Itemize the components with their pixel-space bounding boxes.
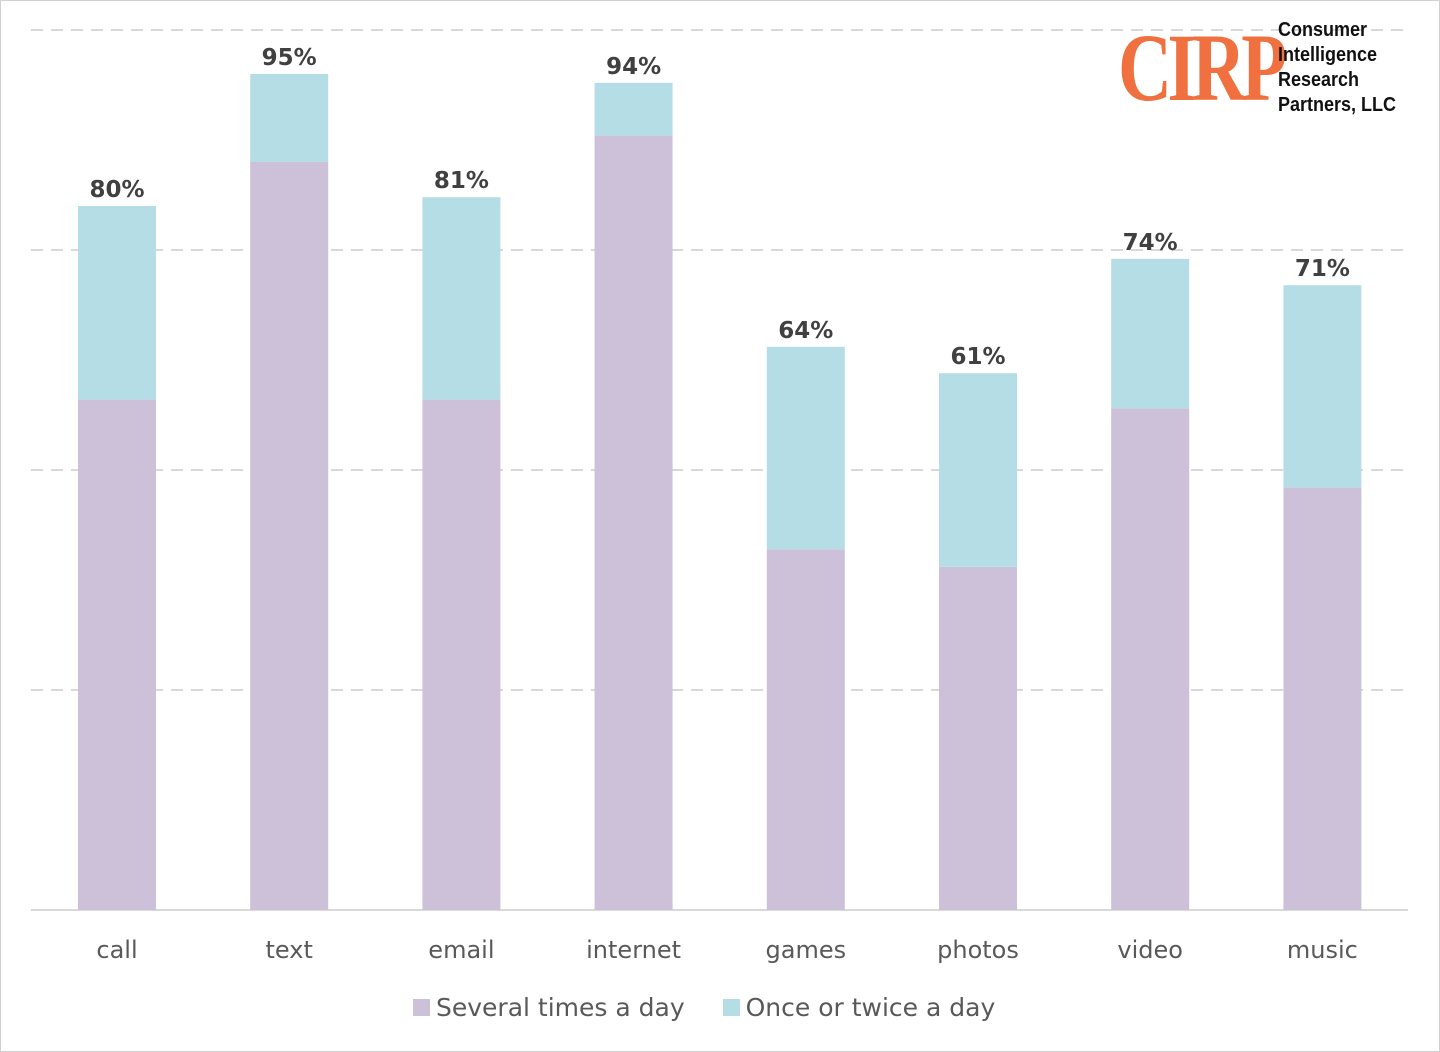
bar-segment-music-once (1283, 285, 1362, 488)
legend-swatch (413, 999, 430, 1016)
x-tick-label-photos: photos (937, 936, 1019, 964)
bar-segment-video-once (1111, 258, 1190, 409)
logo-line: Research (1278, 69, 1360, 91)
x-tick-label-music: music (1287, 936, 1358, 964)
data-label-photos: 61% (950, 344, 1005, 370)
logo-line: Intelligence (1278, 44, 1378, 66)
x-tick-label-email: email (428, 936, 494, 964)
bar-segment-email-once (422, 197, 501, 400)
logo-mark: CIRP (1118, 14, 1287, 121)
x-tick-label-games: games (766, 936, 847, 964)
x-tick-label-internet: internet (586, 936, 681, 964)
bar-segment-music-several (1283, 487, 1362, 910)
data-label-email: 81% (434, 168, 489, 194)
bar-segment-photos-several (939, 566, 1017, 910)
legend-label: Once or twice a day (745, 993, 996, 1022)
bar-segment-video-several (1111, 408, 1190, 910)
bar-segment-call-several (78, 399, 156, 910)
bar-segment-photos-once (939, 373, 1017, 567)
bar-segment-games-several (766, 549, 845, 910)
data-label-games: 64% (778, 318, 833, 344)
x-tick-label-video: video (1117, 936, 1183, 964)
legend: Several times a day Once or twice a day (413, 993, 1033, 1022)
logo-line: Partners, LLC (1278, 94, 1397, 116)
data-label-music: 71% (1295, 256, 1350, 282)
data-label-text: 95% (262, 45, 317, 71)
bar-segment-call-once (78, 206, 156, 400)
data-label-call: 80% (89, 177, 144, 203)
bar-segment-text-once (250, 74, 329, 162)
stacked-bar-chart: 80% call 95% text 81% email 94% internet 64% game… (31, 29, 1408, 964)
legend-item-once: Once or twice a day (722, 993, 996, 1022)
cirp-logo: CIRP Consumer Intelligence Research Part… (1118, 18, 1409, 118)
logo-line: Consumer (1278, 19, 1368, 41)
legend-item-several: Several times a day (413, 993, 685, 1022)
logo-company-name: Consumer Intelligence Research Partners,… (1278, 18, 1396, 118)
data-label-internet: 94% (606, 54, 661, 80)
bar-segment-email-several (422, 399, 501, 910)
legend-swatch (722, 999, 740, 1016)
data-label-video: 74% (1123, 230, 1178, 256)
bar-segment-text-several (250, 162, 329, 910)
x-tick-label-text: text (266, 936, 313, 964)
bar-segment-internet-several (594, 135, 673, 911)
bar-segment-games-once (766, 346, 845, 550)
bar-segment-internet-once (594, 82, 673, 136)
legend-label: Several times a day (436, 993, 685, 1022)
x-tick-label-call: call (96, 936, 137, 964)
